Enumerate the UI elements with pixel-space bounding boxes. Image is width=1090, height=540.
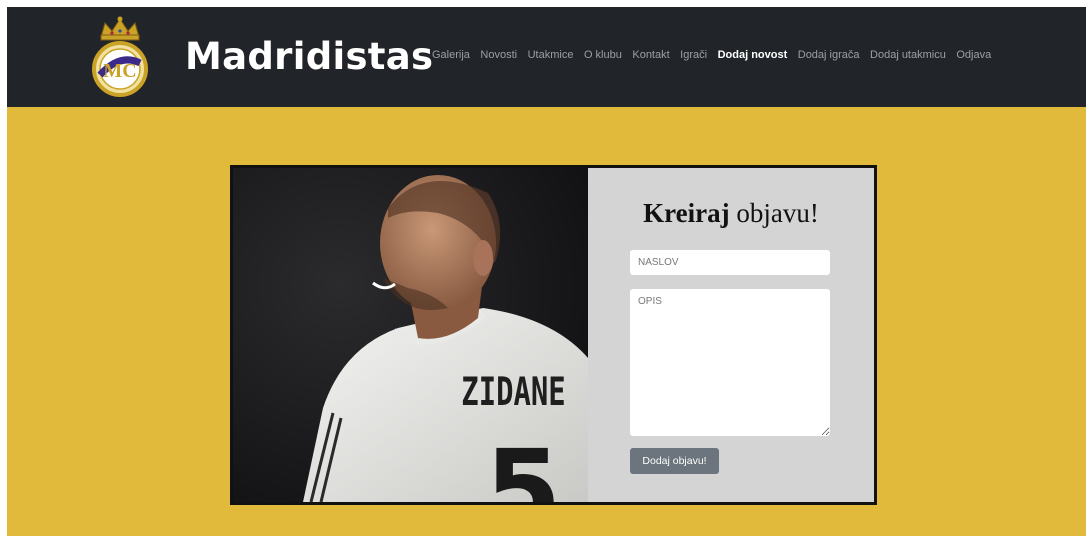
nav-link-novosti[interactable]: Novosti (480, 49, 517, 61)
form-title: Kreiraj objavu! (588, 198, 874, 229)
navbar: MC Madridistas Galerija Novosti Utakmice O … (7, 7, 1086, 107)
nav-link-utakmice[interactable]: Utakmice (528, 49, 574, 61)
jersey-name-text: ZIDANE (461, 370, 565, 415)
jersey-number-text: 5 (485, 426, 562, 502)
post-title-input[interactable] (630, 250, 830, 275)
nav-link-dodaj-utakmicu[interactable]: Dodaj utakmicu (870, 49, 946, 61)
nav-link-galerija[interactable]: Galerija (432, 49, 470, 61)
club-crest-logo[interactable]: MC (87, 13, 153, 97)
page-frame: MC Madridistas Galerija Novosti Utakmice O … (7, 7, 1086, 536)
nav-link-kontakt[interactable]: Kontakt (632, 49, 669, 61)
nav-link-dodaj-novost[interactable]: Dodaj novost (718, 49, 788, 61)
nav-link-igra-i[interactable]: Igrači (680, 49, 707, 61)
post-description-textarea[interactable] (630, 289, 830, 436)
svg-text:MC: MC (103, 60, 136, 82)
nav-link-odjava[interactable]: Odjava (956, 49, 991, 61)
player-photo: ZIDANE 5 (233, 168, 588, 502)
main-nav: Galerija Novosti Utakmice O klubu Kontakt Igr… (432, 49, 1002, 61)
form-title-bold: Kreiraj (643, 198, 730, 228)
create-post-card: ZIDANE 5 Kreiraj objavu! Dodaj objavu! (230, 165, 877, 505)
nav-link-o-klubu[interactable]: O klubu (584, 49, 622, 61)
create-post-form: Kreiraj objavu! Dodaj objavu! (588, 168, 874, 502)
submit-post-button[interactable]: Dodaj objavu! (630, 448, 719, 474)
brand-title[interactable]: Madridistas (185, 35, 433, 78)
form-title-rest: objavu! (729, 198, 819, 228)
nav-link-dodaj-igra-a[interactable]: Dodaj igrača (798, 49, 860, 61)
